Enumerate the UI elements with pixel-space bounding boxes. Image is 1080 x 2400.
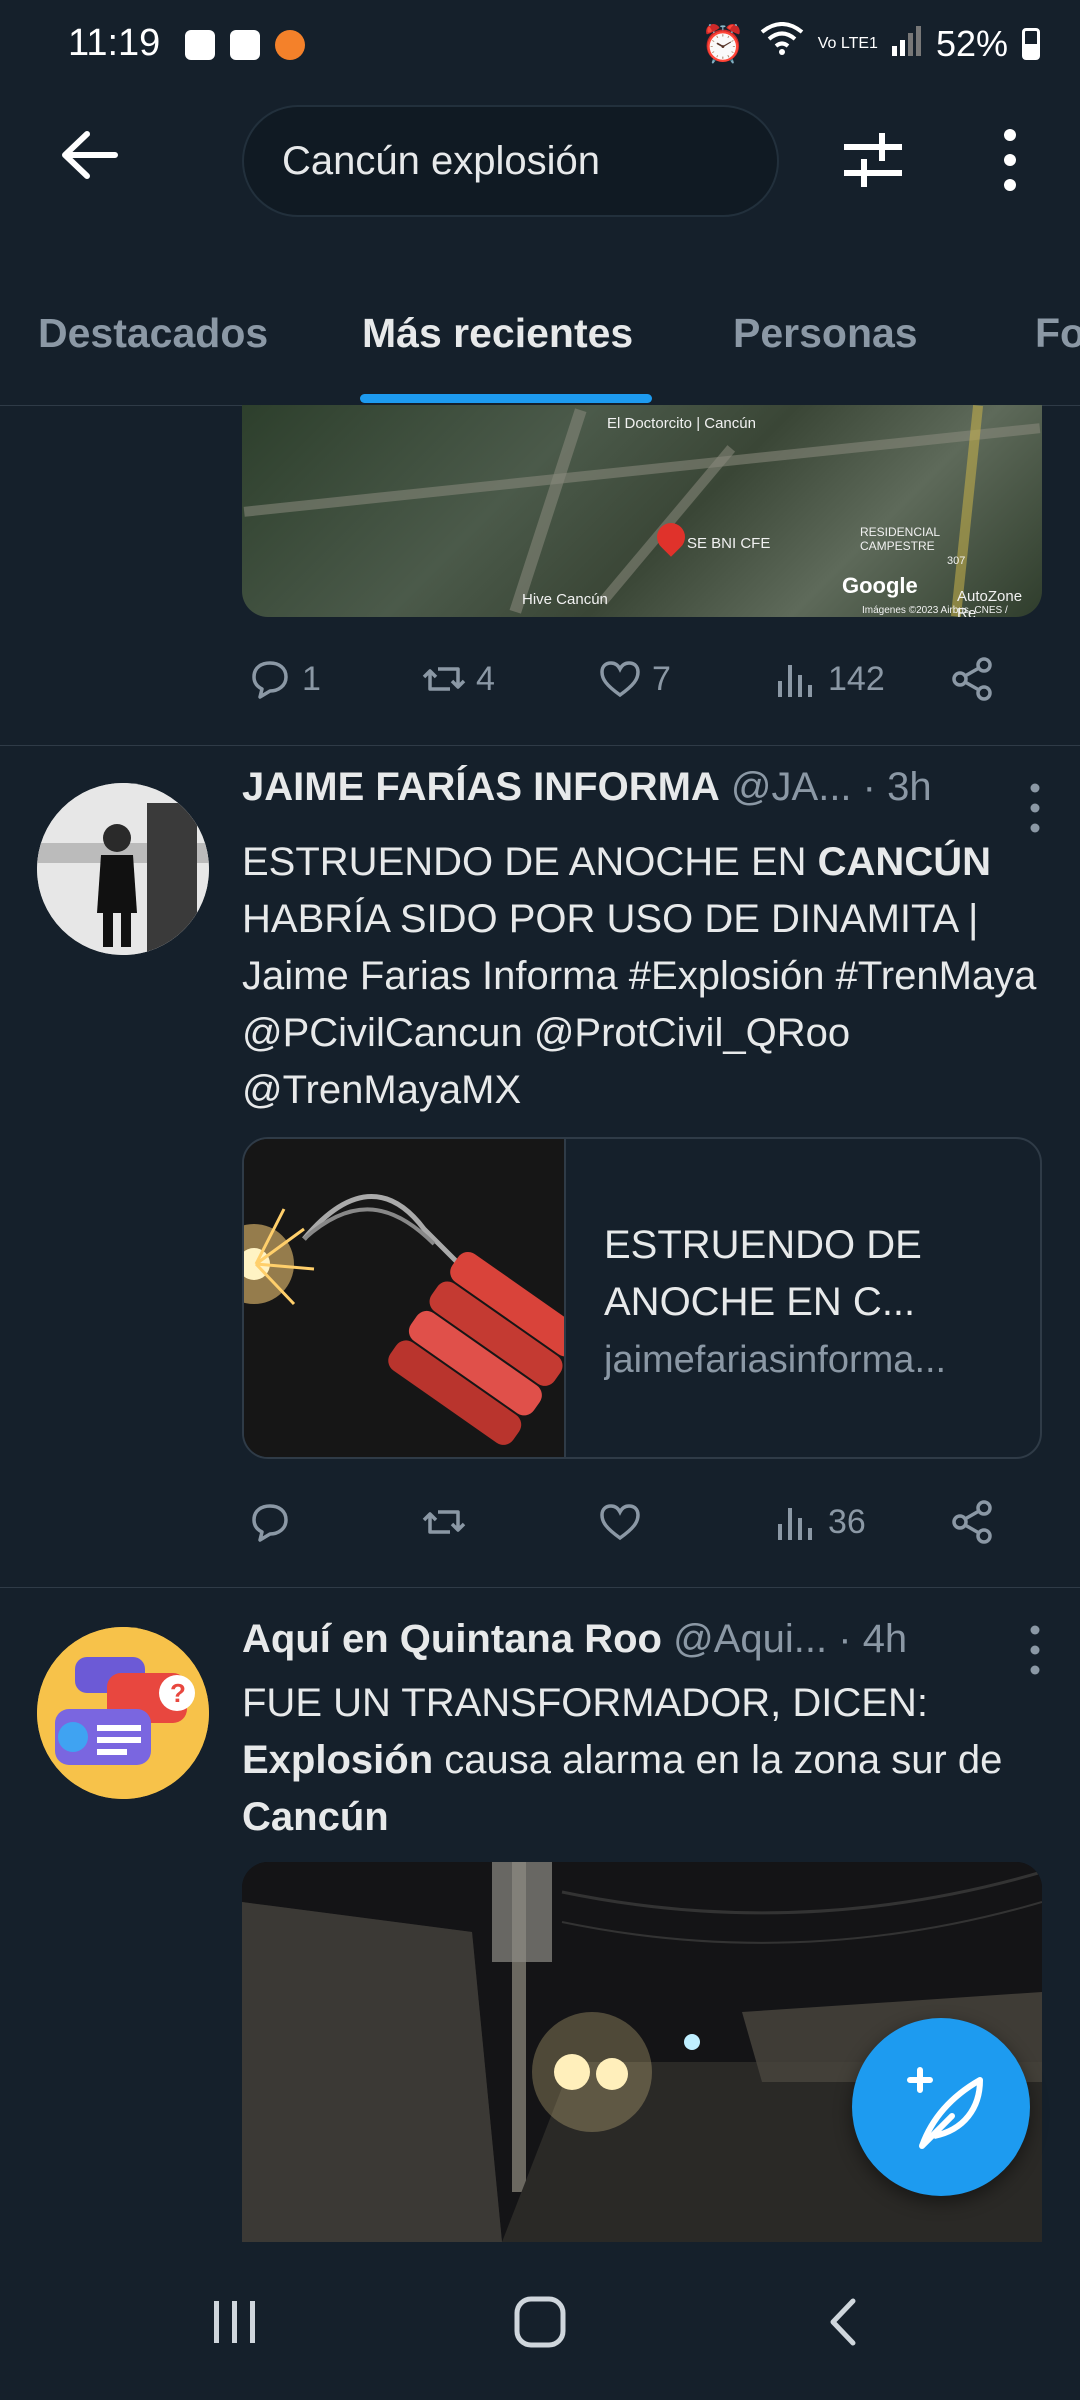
active-tab-indicator [360, 394, 652, 403]
views-chart-icon [778, 665, 812, 697]
like-button[interactable] [596, 1487, 644, 1557]
views-count: 36 [828, 1502, 866, 1541]
post-text-part: HABRÍA SIDO POR USO DE DINAMITA | Jaime … [242, 897, 1037, 1112]
search-query-text: Cancún explosión [282, 138, 600, 183]
svg-text:?: ? [170, 1678, 186, 1708]
retweet-count: 4 [476, 659, 495, 698]
recent-apps-icon[interactable] [210, 2297, 260, 2352]
link-title: ESTRUENDO DE ANOCHE EN C... [604, 1223, 922, 1324]
reply-icon [252, 1504, 288, 1542]
more-vertical-icon[interactable] [990, 125, 1030, 195]
map-attribution: Imágenes ©2023 Airbus, CNES / [862, 605, 1008, 616]
compose-feather-icon [907, 2067, 983, 2149]
post-actions: 36 [242, 1487, 1042, 1557]
views-button[interactable]: 142 [772, 644, 885, 714]
reply-button[interactable] [246, 1487, 294, 1557]
heart-icon [600, 1504, 640, 1541]
post-header: Aquí en Quintana Roo @Aqui... · 4h [242, 1617, 908, 1661]
retweet-button[interactable]: 4 [420, 644, 495, 714]
search-tabs: Destacados Más recientes Personas Fo [0, 290, 1080, 406]
map-label: SE BNI CFE [687, 535, 771, 552]
reply-icon [252, 661, 288, 699]
map-pin-icon [651, 517, 691, 557]
like-count: 7 [652, 659, 671, 698]
post-text-highlight: Explosión [242, 1738, 434, 1782]
filter-sliders-icon[interactable] [838, 125, 908, 195]
post-header: JAIME FARÍAS INFORMA @JA... · 3h [242, 765, 932, 809]
views-count: 142 [828, 659, 885, 698]
tab-fotos[interactable]: Fo [1035, 310, 1080, 357]
post-more-icon[interactable] [1028, 780, 1042, 836]
like-button[interactable]: 7 [596, 644, 671, 714]
post-text-highlight: CANCÚN [817, 840, 991, 884]
map-label: El Doctorcito | Cancún [607, 415, 756, 432]
retweet-icon [422, 1510, 466, 1534]
share-icon [952, 1500, 992, 1544]
avatar[interactable]: ? [37, 1627, 209, 1799]
status-time: 11:19 [68, 22, 161, 64]
link-thumbnail [244, 1139, 566, 1457]
status-bar: 11:19 ⏰ Vo LTE1 52% [0, 0, 1080, 95]
post-more-icon[interactable] [1028, 1622, 1042, 1678]
notification-icon [185, 30, 215, 60]
avatar[interactable] [37, 783, 209, 955]
author-handle[interactable]: @Aqui... [673, 1617, 827, 1661]
post-text-part: causa alarma en la zona sur de [433, 1738, 1003, 1782]
alarm-icon: ⏰ [700, 22, 746, 64]
post-text-highlight: Cancún [242, 1795, 389, 1839]
compose-tweet-button[interactable] [852, 2018, 1030, 2196]
post-divider [0, 745, 1080, 746]
post-text-part: FUE UN TRANSFORMADOR, DICEN: [242, 1681, 928, 1725]
reply-button[interactable]: 1 [246, 644, 321, 714]
post-actions: 1 4 7 142 [242, 644, 1042, 714]
post-time: 3h [887, 765, 932, 809]
tab-mas-recientes[interactable]: Más recientes [362, 310, 633, 357]
post-text: ESTRUENDO DE ANOCHE EN CANCÚN HABRÍA SID… [242, 834, 1042, 1119]
wifi-icon [760, 22, 804, 65]
google-logo: Google [842, 573, 918, 598]
tab-destacados[interactable]: Destacados [38, 310, 268, 357]
heart-icon [600, 661, 640, 698]
battery-icon [1022, 27, 1040, 60]
reply-count: 1 [302, 659, 321, 698]
system-nav-bar [0, 2247, 1080, 2400]
back-arrow-icon[interactable] [55, 120, 125, 190]
share-icon [952, 657, 992, 701]
network-type-label: Vo LTE1 [817, 34, 878, 52]
author-name[interactable]: Aquí en Quintana Roo [242, 1617, 662, 1661]
home-icon[interactable] [513, 2295, 567, 2354]
post-text-part: ESTRUENDO DE ANOCHE EN [242, 840, 818, 884]
gallery-icon [230, 30, 260, 60]
post-text: FUE UN TRANSFORMADOR, DICEN: Explosión c… [242, 1675, 1042, 1846]
share-button[interactable] [948, 644, 996, 714]
map-image[interactable]: El Doctorcito | Cancún SE BNI CFE RESIDE… [242, 405, 1042, 617]
battery-percent: 52% [935, 22, 1008, 64]
share-button[interactable] [948, 1487, 996, 1557]
author-name[interactable]: JAIME FARÍAS INFORMA [242, 765, 720, 809]
signal-icon [891, 23, 922, 65]
search-input[interactable]: Cancún explosión [242, 105, 779, 217]
map-label: RESIDENCIAL CAMPESTRE [860, 525, 940, 553]
retweet-button[interactable] [420, 1487, 468, 1557]
retweet-icon [422, 667, 466, 691]
map-label: 307 [947, 555, 966, 567]
app-notification-icon [275, 30, 305, 60]
views-button[interactable]: 36 [772, 1487, 866, 1557]
views-chart-icon [778, 1508, 812, 1540]
post-divider [0, 1587, 1080, 1588]
map-label: Hive Cancún [522, 591, 608, 608]
post-time: 4h [862, 1617, 908, 1661]
link-domain: jaimefariasinforma... [604, 1339, 947, 1381]
author-handle[interactable]: @JA... [731, 765, 852, 809]
tab-personas[interactable]: Personas [733, 310, 918, 357]
link-preview-card[interactable]: ESTRUENDO DE ANOCHE EN C... jaimefariasi… [242, 1137, 1042, 1459]
back-nav-icon[interactable] [823, 2295, 863, 2354]
